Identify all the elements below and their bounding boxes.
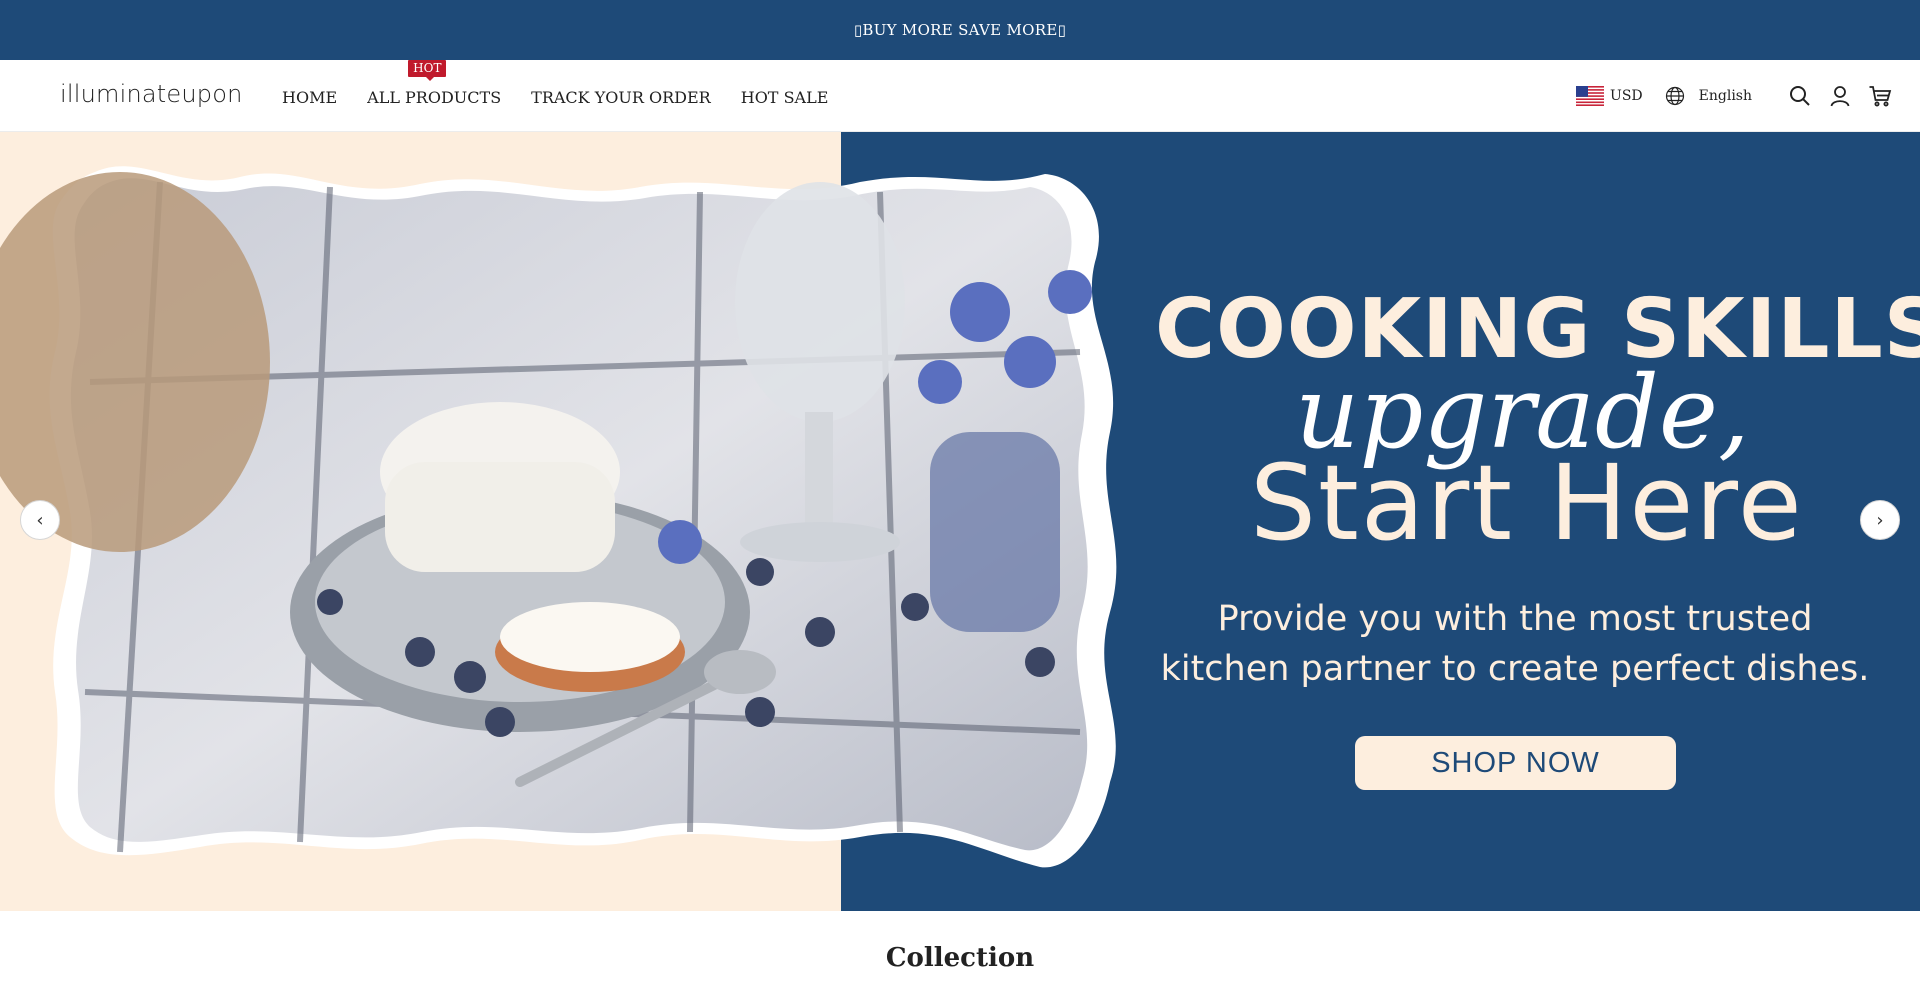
account-icon[interactable] (1828, 84, 1852, 108)
nav-hot-sale-label: HOT SALE (740, 87, 829, 107)
nav-all-products-label: ALL PRODUCTS (367, 87, 502, 107)
shop-now-button[interactable]: SHOP NOW (1355, 736, 1676, 790)
site-header: illuminateupon HOME HOT ALL PRODUCTS TRA… (0, 59, 1920, 132)
cart-icon[interactable] (1868, 84, 1892, 108)
collection-heading: Collection (885, 943, 1035, 973)
nav-home[interactable]: HOME (282, 86, 337, 107)
header-actions: USD English (1576, 60, 1892, 132)
next-slide-button[interactable]: › (1860, 500, 1900, 540)
currency-selector[interactable]: USD (1576, 86, 1643, 106)
nav-track-order-label: TRACK YOUR ORDER (531, 87, 711, 107)
hero-start-text: Start Here (1250, 442, 1804, 564)
globe-icon (1665, 86, 1684, 106)
nav-track-order[interactable]: TRACK YOUR ORDER (531, 86, 711, 107)
currency-label: USD (1610, 88, 1643, 104)
chevron-left-icon: ‹ (36, 509, 44, 531)
prev-slide-button[interactable]: ‹ (20, 500, 60, 540)
search-icon[interactable] (1788, 84, 1812, 108)
language-selector[interactable]: English (1665, 86, 1752, 106)
us-flag-icon (1576, 86, 1605, 106)
nav-home-label: HOME (282, 87, 338, 107)
announcement-bar: ▯BUY MORE SAVE MORE▯ (0, 0, 1920, 60)
main-nav: HOME HOT ALL PRODUCTS TRACK YOUR ORDER H… (282, 59, 858, 132)
logo[interactable]: illuminateupon (60, 80, 243, 108)
chevron-right-icon: › (1876, 509, 1884, 531)
nav-hot-sale[interactable]: HOT SALE (741, 86, 829, 107)
nav-all-products[interactable]: HOT ALL PRODUCTS (367, 59, 502, 107)
hero-banner[interactable]: COOKING SKILLS upgrade, Start Here Provi… (0, 132, 1920, 911)
announcement-text: ▯BUY MORE SAVE MORE▯ (853, 21, 1067, 39)
hero-subtitle-line1: Provide you with the most trusted (1217, 599, 1813, 639)
hero-subtitle: Provide you with the most trusted kitche… (1160, 594, 1870, 694)
language-label: English (1698, 88, 1752, 104)
hot-badge: HOT (408, 59, 447, 81)
hero-subtitle-line2: kitchen partner to create perfect dishes… (1160, 649, 1870, 689)
